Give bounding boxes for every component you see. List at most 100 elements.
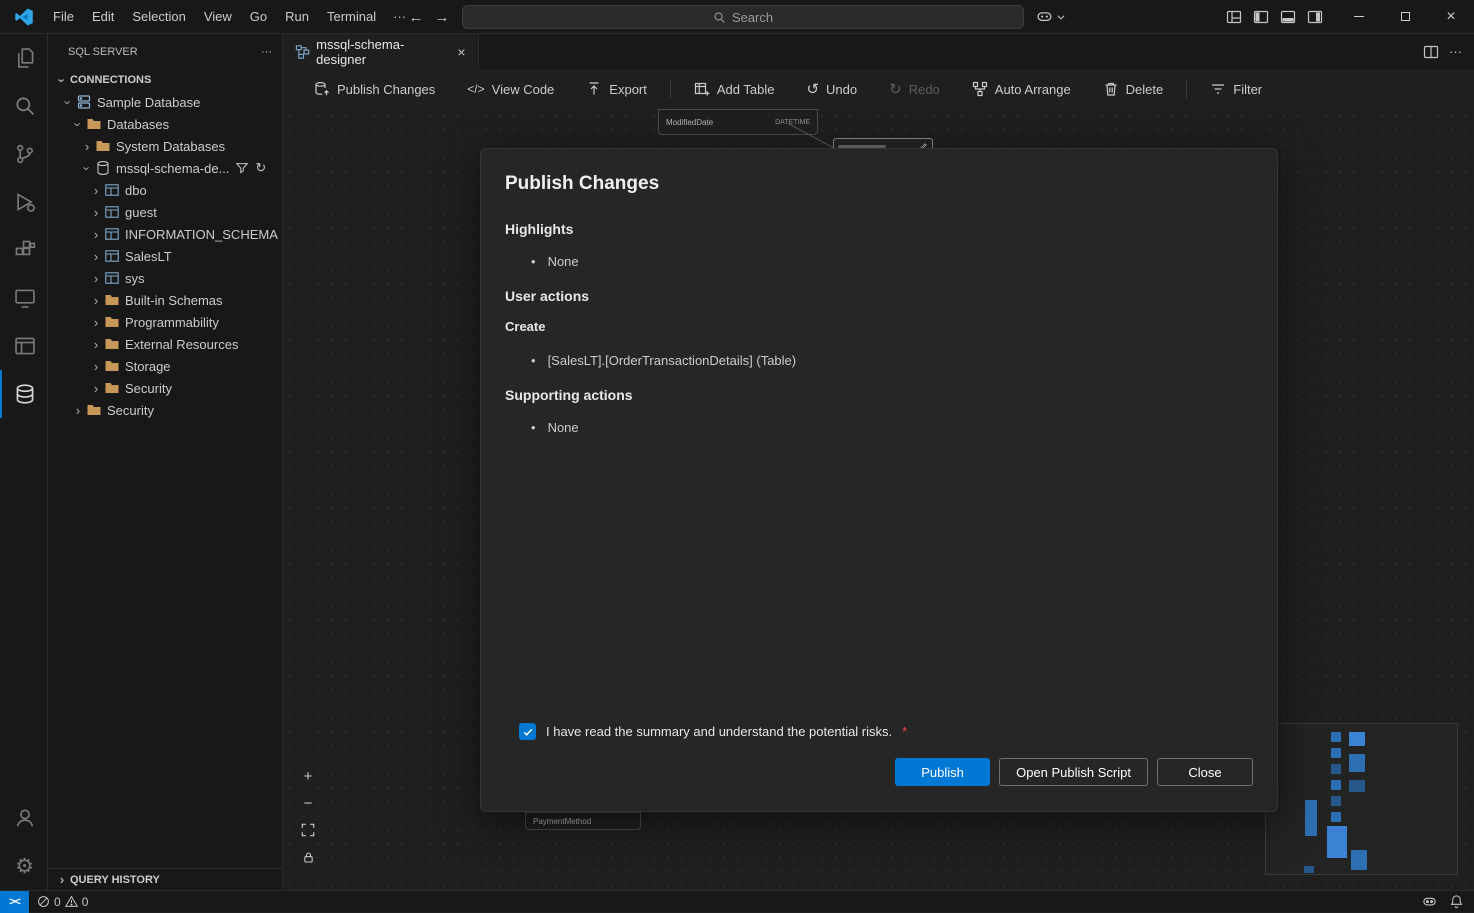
problems-indicator[interactable]: 0 0 xyxy=(29,891,96,913)
remote-indicator[interactable]: >< xyxy=(0,891,29,913)
user-actions-heading: User actions xyxy=(505,288,1253,304)
create-item: [SalesLT].[OrderTransactionDetails] (Tab… xyxy=(505,351,1253,371)
search-icon xyxy=(713,11,726,24)
vscode-logo xyxy=(14,7,34,27)
table-node-fragment[interactable]: ModifiedDate DATETIME xyxy=(658,109,818,135)
close-window-button[interactable]: × xyxy=(1428,0,1474,34)
table-node-fragment-bottom[interactable]: PaymentMethod xyxy=(525,812,641,830)
lock-icon[interactable] xyxy=(297,846,319,868)
zoom-fit-icon[interactable] xyxy=(297,819,319,841)
filter-connection-icon[interactable] xyxy=(235,161,249,175)
diagram-minimap[interactable] xyxy=(1265,723,1458,875)
undo-button[interactable]: ↺ Undo xyxy=(797,77,866,102)
schema-designer-icon xyxy=(295,44,310,60)
close-dialog-button[interactable]: Close xyxy=(1157,758,1253,786)
explorer-icon[interactable] xyxy=(0,34,47,82)
customize-layout-icon[interactable] xyxy=(1220,4,1247,30)
warning-count: 0 xyxy=(82,895,89,909)
export-button[interactable]: Export xyxy=(577,76,656,102)
settings-gear-icon[interactable]: ⚙ xyxy=(0,842,47,890)
editor-more-actions-icon[interactable]: ··· xyxy=(1449,44,1462,59)
toggle-primary-sidebar-icon[interactable] xyxy=(1247,4,1274,30)
add-table-button[interactable]: Add Table xyxy=(685,76,784,102)
tree-item-external-resources[interactable]: › External Resources xyxy=(48,333,282,355)
refresh-icon[interactable]: ↻ xyxy=(255,160,266,176)
split-editor-icon[interactable] xyxy=(1423,44,1439,60)
remote-explorer-icon[interactable] xyxy=(0,274,47,322)
tree-item-built-in-schemas[interactable]: › Built-in Schemas xyxy=(48,289,282,311)
extensions-icon[interactable] xyxy=(0,226,47,274)
source-control-icon[interactable] xyxy=(0,130,47,178)
publish-button[interactable]: Publish xyxy=(895,758,990,786)
menu-view[interactable]: View xyxy=(195,5,241,28)
tree-item-security-inner[interactable]: › Security xyxy=(48,377,282,399)
menu-terminal[interactable]: Terminal xyxy=(318,5,385,28)
open-publish-script-button[interactable]: Open Publish Script xyxy=(999,758,1148,786)
sidebar-more-actions-icon[interactable]: ··· xyxy=(261,46,272,58)
publish-changes-toolbar-button[interactable]: Publish Changes xyxy=(305,76,444,102)
tree-item-security-outer[interactable]: › Security xyxy=(48,399,282,421)
notifications-bell-icon[interactable] xyxy=(1449,894,1464,909)
menu-run[interactable]: Run xyxy=(276,5,318,28)
chevron-icon: › xyxy=(70,403,86,418)
tree-item-dbo[interactable]: › dbo xyxy=(48,179,282,201)
search-placeholder: Search xyxy=(732,10,773,25)
filter-button[interactable]: Filter xyxy=(1201,76,1271,102)
accounts-icon[interactable] xyxy=(0,794,47,842)
risk-acknowledge-checkbox[interactable] xyxy=(519,723,536,740)
tree-item-system-databases[interactable]: › System Databases xyxy=(48,135,282,157)
delete-button[interactable]: Delete xyxy=(1094,76,1173,102)
menu-edit[interactable]: Edit xyxy=(83,5,123,28)
maximize-button[interactable] xyxy=(1382,0,1428,34)
column-name: ModifiedDate xyxy=(666,118,713,127)
tree-item-sample-database[interactable]: › Sample Database xyxy=(48,91,282,113)
tab-mssql-schema-designer[interactable]: mssql-schema-designer × xyxy=(283,34,479,69)
containers-icon[interactable] xyxy=(0,322,47,370)
folder-icon xyxy=(104,358,120,374)
zoom-in-icon[interactable]: + xyxy=(297,765,319,787)
copilot-icon xyxy=(1036,8,1053,25)
copilot-status-icon[interactable] xyxy=(1422,894,1437,909)
tree-item-storage[interactable]: › Storage xyxy=(48,355,282,377)
tree-item-databases[interactable]: › Databases xyxy=(48,113,282,135)
copilot-menu[interactable] xyxy=(1036,8,1066,25)
toggle-secondary-sidebar-icon[interactable] xyxy=(1301,4,1328,30)
menu-file[interactable]: File xyxy=(44,5,83,28)
minimap-node xyxy=(1331,796,1341,806)
search-view-icon[interactable] xyxy=(0,82,47,130)
zoom-out-icon[interactable]: − xyxy=(297,792,319,814)
tree-item-programmability[interactable]: › Programmability xyxy=(48,311,282,333)
publish-changes-dialog: Publish Changes Highlights None User act… xyxy=(480,148,1278,812)
tree-item-guest[interactable]: › guest xyxy=(48,201,282,223)
tab-close-icon[interactable]: × xyxy=(453,43,470,61)
tree-item-sys[interactable]: › sys xyxy=(48,267,282,289)
toggle-panel-icon[interactable] xyxy=(1274,4,1301,30)
dialog-title: Publish Changes xyxy=(505,173,1253,195)
sql-server-view-icon[interactable] xyxy=(0,370,47,418)
view-code-button[interactable]: </> View Code xyxy=(458,77,563,102)
command-center-search[interactable]: Search xyxy=(462,5,1024,29)
chevron-icon: › xyxy=(71,116,86,132)
code-icon: </> xyxy=(467,83,484,95)
folder-icon xyxy=(95,138,111,154)
minimap-node xyxy=(1351,850,1367,870)
run-debug-icon[interactable] xyxy=(0,178,47,226)
connections-tree: › Sample Database › Databases › System D… xyxy=(48,91,282,421)
connections-section-header[interactable]: › CONNECTIONS xyxy=(48,69,282,91)
forward-icon[interactable]: → xyxy=(431,7,453,27)
menu-go[interactable]: Go xyxy=(241,5,276,28)
redo-button[interactable]: ↻ Redo xyxy=(880,77,949,102)
minimap-node xyxy=(1305,800,1317,836)
designer-toolbar: Publish Changes </> View Code Export Add… xyxy=(283,69,1474,109)
tree-item-saleslt[interactable]: › SalesLT xyxy=(48,245,282,267)
minimap-node xyxy=(1349,780,1365,792)
minimize-button[interactable] xyxy=(1336,0,1382,34)
highlights-heading: Highlights xyxy=(505,221,1253,237)
auto-arrange-button[interactable]: Auto Arrange xyxy=(963,76,1080,102)
tree-item-information-schema[interactable]: › INFORMATION_SCHEMA xyxy=(48,223,282,245)
back-icon[interactable]: ← xyxy=(405,7,427,27)
tree-item-mssql-schema-designer-db[interactable]: › mssql-schema-de... ↻ xyxy=(48,157,282,179)
menu-selection[interactable]: Selection xyxy=(123,5,194,28)
query-history-section-header[interactable]: › QUERY HISTORY xyxy=(48,868,282,890)
schema-designer-canvas[interactable]: ModifiedDate DATETIME PaymentMethod + − xyxy=(283,109,1474,890)
